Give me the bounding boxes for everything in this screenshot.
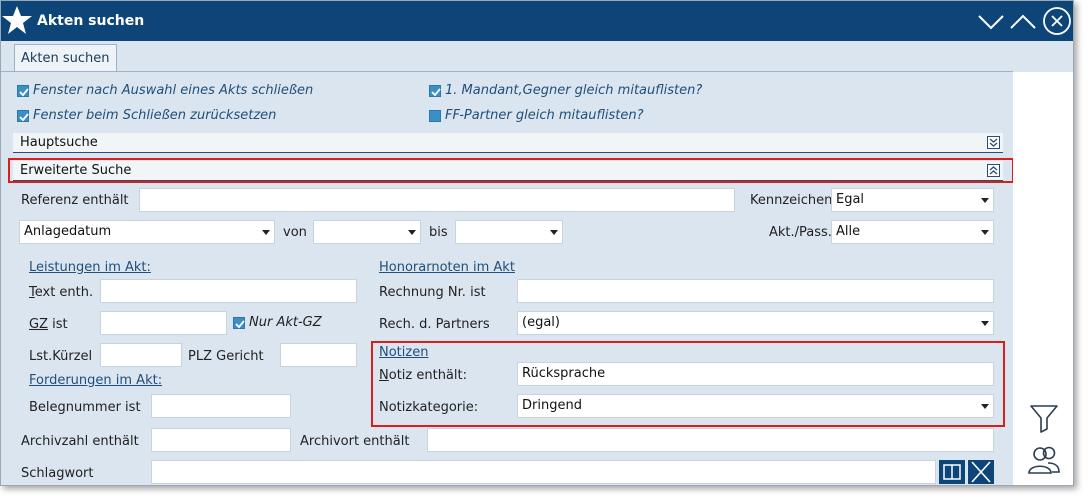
window-title: Akten suchen [37,13,145,29]
archivort-label: Archivort enthält [300,434,410,449]
tab-bar: Akten suchen [1,41,1073,72]
aktpass-value: Alle [836,224,861,239]
plz-gericht-label: PLZ Gericht [188,349,264,364]
checkbox-reset-on-close[interactable] [17,110,29,122]
notiz-input[interactable]: Rücksprache [517,362,994,386]
honorarnoten-header[interactable]: Honorarnoten im Akt [379,260,515,275]
users-icon[interactable] [1027,444,1061,476]
aktpass-label: Akt./Pass. [769,225,832,240]
rech-partners-value: (egal) [522,315,560,330]
dropdown-arrow-icon [981,404,989,409]
archivzahl-input[interactable] [151,428,291,452]
kennzeichen-label: Kennzeichen [750,193,833,208]
notizkategorie-select[interactable]: Dringend [517,394,994,418]
kennzeichen-value: Egal [836,192,865,207]
rechnung-input[interactable] [517,279,994,303]
dropdown-arrow-icon [550,230,558,235]
option-list-ff-partner-label: FF-Partner gleich mitauflisten? [445,108,644,123]
expand-icon[interactable] [987,136,1000,149]
rech-partners-label: Rech. d. Partners [379,317,490,332]
gz-input[interactable] [100,311,227,335]
tab-akten-suchen[interactable]: Akten suchen [14,44,117,72]
rechnung-label: Rechnung Nr. ist [379,285,486,300]
checkbox-list-ff-partner[interactable] [429,110,441,122]
main-content: Fenster nach Auswahl eines Akts schließe… [1,71,1014,485]
close-icon[interactable] [1042,6,1072,36]
section-hauptsuche[interactable]: Hauptsuche [13,133,1003,153]
date-field-value: Anlagedatum [24,224,112,239]
schlagwort-input[interactable] [151,460,936,484]
checkbox-list-mandant-gegner[interactable] [429,85,441,97]
dropdown-arrow-icon [981,321,989,326]
book-icon[interactable] [939,460,965,484]
referenz-label: Referenz enthält [21,193,129,208]
checkbox-close-after-select[interactable] [17,85,29,97]
notizen-header[interactable]: Notizen [379,345,428,360]
option-reset-on-close-label: Fenster beim Schließen zurücksetzen [33,108,277,123]
dropdown-arrow-icon [262,230,270,235]
highlight-erweiterte-suche [8,158,1014,183]
bis-label: bis [429,225,448,240]
von-label: von [283,225,307,240]
text-enth-label: Text enth. [29,285,94,300]
clear-icon[interactable] [968,460,994,484]
archivort-input[interactable] [427,428,994,452]
right-side-panel [1013,72,1073,485]
option-list-mandant-gegner-label: 1. Mandant,Gegner gleich mitauflisten? [445,83,703,98]
belegnummer-input[interactable] [151,394,291,418]
dropdown-arrow-icon [408,230,416,235]
schlagwort-label: Schlagwort [21,466,94,481]
gz-label: GZ ist [29,317,68,332]
star-icon[interactable] [1,3,33,37]
belegnummer-label: Belegnummer ist [29,400,141,415]
title-bar: Akten suchen [1,1,1073,41]
leistungen-header[interactable]: Leistungen im Akt: [29,260,151,275]
aktpass-select[interactable]: Alle [831,220,994,244]
section-hauptsuche-label: Hauptsuche [20,135,98,150]
option-close-after-select-label: Fenster nach Auswahl eines Akts schließe… [33,83,314,98]
dropdown-arrow-icon [981,198,989,203]
chevron-down-icon[interactable] [977,8,1005,36]
rech-partners-select[interactable]: (egal) [517,311,994,335]
notizkategorie-value: Dringend [522,398,582,413]
archivzahl-label: Archivzahl enthält [21,434,139,449]
text-enth-input[interactable] [100,279,357,303]
notiz-label: Notiz enthält: [379,368,467,383]
filter-icon[interactable] [1028,402,1060,434]
chevron-up-icon[interactable] [1009,8,1037,36]
nur-akt-gz-label: Nur Akt-GZ [249,315,322,330]
checkbox-nur-akt-gz[interactable] [233,317,245,329]
notizkategorie-label: Notizkategorie: [379,400,479,415]
lst-kuerzel-input[interactable] [100,343,182,367]
search-window: Akten suchen Akten suchen Fenster nach A… [0,0,1074,486]
bis-date-select[interactable] [455,220,563,244]
plz-gericht-input[interactable] [280,343,357,367]
date-field-select[interactable]: Anlagedatum [19,220,275,244]
lst-kuerzel-label: Lst.Kürzel [29,349,93,364]
forderungen-header[interactable]: Forderungen im Akt: [29,373,162,388]
referenz-input[interactable] [139,188,735,212]
von-date-select[interactable] [313,220,421,244]
kennzeichen-select[interactable]: Egal [831,188,994,212]
dropdown-arrow-icon [981,230,989,235]
